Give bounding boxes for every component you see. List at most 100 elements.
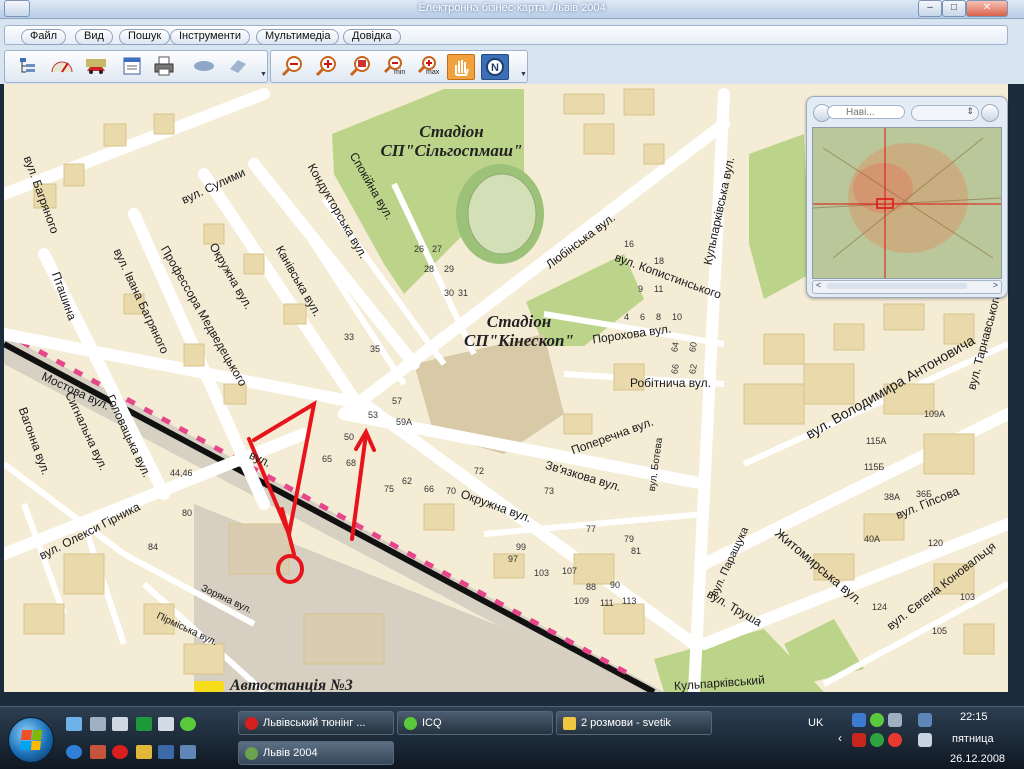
tray-tool-icon[interactable] xyxy=(888,713,902,727)
house-number: 50 xyxy=(344,432,355,442)
layers-button[interactable] xyxy=(15,54,41,78)
task-label: Львів 2004 xyxy=(263,747,318,759)
house-number: 40А xyxy=(864,534,881,544)
menu-tools[interactable]: Інструменти xyxy=(170,29,250,45)
house-number: 77 xyxy=(586,524,597,534)
tray-security-icon[interactable] xyxy=(870,733,884,747)
street-label: Робітнича вул. xyxy=(630,376,711,390)
navigator-scrollbar[interactable]: < > xyxy=(812,280,1002,294)
app-green-icon[interactable] xyxy=(136,717,152,731)
overflow-chevron-icon[interactable]: ▼ xyxy=(260,71,267,80)
tray-volume-icon[interactable] xyxy=(918,733,932,747)
house-number: 11 xyxy=(654,284,664,294)
house-number: 33 xyxy=(344,332,355,342)
title-bar: Електронна бізнес-карта. Львів 2004 – □ … xyxy=(0,0,1024,19)
house-number: 70 xyxy=(446,486,457,496)
eraser-button[interactable] xyxy=(225,54,251,78)
task-label: 2 розмови - svetik xyxy=(581,717,671,729)
navigator-minimap[interactable] xyxy=(812,127,1002,279)
list-button[interactable] xyxy=(119,54,145,78)
house-number: 79 xyxy=(624,534,635,544)
zoom-rect-button[interactable] xyxy=(347,54,373,78)
house-number: 75 xyxy=(384,484,395,494)
menu-view[interactable]: Вид xyxy=(75,29,113,45)
menu-multimedia[interactable]: Мультимедіа xyxy=(256,29,340,45)
monitor-icon[interactable] xyxy=(158,745,174,759)
window-icon[interactable] xyxy=(180,745,196,759)
tray-network-icon[interactable] xyxy=(918,713,932,727)
car-routing-button[interactable] xyxy=(83,54,109,78)
task-chat[interactable]: 2 розмови - svetik xyxy=(556,711,712,735)
car-routing-icon xyxy=(86,59,106,74)
drive-icon[interactable] xyxy=(90,717,106,731)
menu-search[interactable]: Пошук xyxy=(119,29,171,45)
speedometer-icon xyxy=(51,61,73,73)
house-number: 18 xyxy=(654,256,665,266)
task-label: Львівський тюнінг ... xyxy=(263,717,366,729)
ie-icon[interactable] xyxy=(66,745,82,759)
zoom-out-icon xyxy=(281,56,302,77)
house-number: 103 xyxy=(960,592,976,602)
menu-strip: Файл Вид Пошук Інструменти Мультимедіа Д… xyxy=(4,25,1008,45)
tray-antivirus-icon[interactable] xyxy=(852,733,866,747)
clock-date: 26.12.2008 xyxy=(950,753,1006,765)
zoom-out-button[interactable] xyxy=(279,54,305,78)
zoom-in-button[interactable] xyxy=(313,54,339,78)
stadium-1-name: СП"Сільгоспмаш" xyxy=(380,141,523,160)
task-label: ICQ xyxy=(422,717,442,729)
network-icon[interactable] xyxy=(158,717,174,731)
firefox-icon[interactable] xyxy=(90,745,106,759)
task-opera[interactable]: Львівський тюнінг ... xyxy=(238,711,394,735)
menu-help[interactable]: Довідка xyxy=(343,29,401,45)
clock-time[interactable]: 22:15 xyxy=(960,711,988,723)
house-number: 124 xyxy=(872,602,888,612)
house-number: 62 xyxy=(687,363,699,375)
show-desktop-icon[interactable] xyxy=(66,717,82,731)
north-button[interactable]: N xyxy=(481,54,509,80)
minimize-button[interactable]: – xyxy=(918,0,942,17)
zoom-max-button[interactable]: max xyxy=(415,54,441,78)
tool-icon[interactable] xyxy=(136,745,152,759)
menu-file[interactable]: Файл xyxy=(21,29,67,45)
tray-app-icon[interactable] xyxy=(852,713,866,727)
toolbar-group-zoom: min max N ▼ xyxy=(270,50,528,83)
drive-icon[interactable] xyxy=(112,717,128,731)
house-number: 73 xyxy=(544,486,555,496)
scroll-thumb[interactable] xyxy=(827,283,967,289)
icq-quick-icon[interactable] xyxy=(180,717,196,731)
house-number: 66 xyxy=(669,363,681,375)
overflow-chevron-icon[interactable]: ▼ xyxy=(520,71,527,80)
toolbar: ▼ min max N ▼ xyxy=(0,47,1024,84)
speedometer-button[interactable] xyxy=(49,54,75,78)
chat-icon xyxy=(563,717,576,730)
navigator-panel[interactable]: Наві... ⇕ < > xyxy=(806,96,1008,298)
house-number: 68 xyxy=(346,458,357,468)
scroll-right-icon[interactable]: > xyxy=(993,280,998,290)
task-lviv-map[interactable]: Львів 2004 xyxy=(238,741,394,765)
house-number: 66 xyxy=(424,484,435,494)
start-button[interactable] xyxy=(8,717,54,763)
tray-alert-icon[interactable] xyxy=(888,733,902,747)
task-icq[interactable]: ICQ xyxy=(397,711,553,735)
tray-expand-icon[interactable]: ‹ xyxy=(838,731,842,745)
scroll-left-icon[interactable]: < xyxy=(816,280,821,290)
navigator-options-icon[interactable] xyxy=(981,104,999,122)
language-indicator[interactable]: UK xyxy=(808,717,823,729)
pan-hand-icon xyxy=(455,60,469,76)
system-menu-button[interactable] xyxy=(4,0,30,17)
tray-icq-icon[interactable] xyxy=(870,713,884,727)
navigator-search-input[interactable]: Наві... xyxy=(827,105,905,119)
maximize-button[interactable]: □ xyxy=(942,0,966,17)
view-button[interactable] xyxy=(191,54,217,78)
navigator-scale-select[interactable]: ⇕ xyxy=(911,105,979,121)
house-number: 105 xyxy=(932,626,948,636)
house-number: 109А xyxy=(924,409,946,419)
zoom-min-button[interactable]: min xyxy=(381,54,407,78)
house-number: 10 xyxy=(672,312,683,322)
print-button[interactable] xyxy=(151,54,177,78)
icq-icon xyxy=(404,717,417,730)
house-number: 103 xyxy=(534,568,550,578)
pan-button[interactable] xyxy=(447,54,475,80)
opera-quick-icon[interactable] xyxy=(112,745,128,759)
close-button[interactable]: ✕ xyxy=(966,0,1008,17)
